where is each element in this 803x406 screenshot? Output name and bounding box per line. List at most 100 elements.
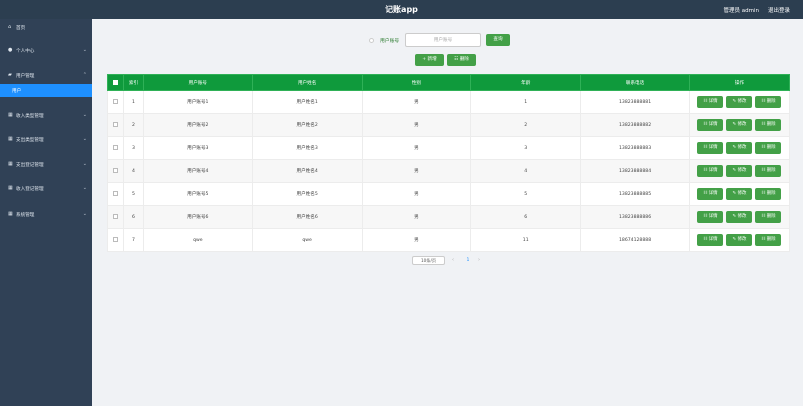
sidebar-item-profile[interactable]: ● 个人中心 ⌄ xyxy=(0,45,92,57)
sidebar-item-income-records[interactable]: ▦ 收入登记管理 ⌄ xyxy=(0,183,92,195)
chevron-down-icon: ⌄ xyxy=(82,47,87,53)
delete-button-label: 删除 xyxy=(766,191,776,196)
row-select-cell[interactable] xyxy=(107,136,124,160)
sidebar-item-label: 支出类型管理 xyxy=(16,138,44,143)
detail-button[interactable]: ☷ 详情 xyxy=(697,188,724,200)
delete-button[interactable]: ☷ 删除 xyxy=(755,188,782,200)
edit-button-label: 修改 xyxy=(737,237,747,242)
delete-button-label: 删除 xyxy=(766,214,776,219)
row-checkbox[interactable] xyxy=(112,237,118,242)
search-button[interactable]: 查询 xyxy=(486,34,510,46)
delete-button[interactable]: ☷ 删除 xyxy=(755,119,782,131)
delete-button-label: 删除 xyxy=(766,168,776,173)
table-header-row: 索引 用户账号 用户姓名 性别 年龄 联系电话 操作 xyxy=(107,74,791,91)
select-all-header[interactable] xyxy=(107,74,124,91)
logout-link[interactable]: 退出登录 xyxy=(768,6,790,14)
prev-page-icon[interactable]: ‹ xyxy=(452,257,454,263)
row-select-cell[interactable] xyxy=(107,113,124,137)
search-label: 用户账号 xyxy=(380,39,400,44)
cell-age: 6 xyxy=(470,205,582,229)
current-page-number[interactable]: 1 xyxy=(464,256,472,265)
page-size-select[interactable]: 10条/页 xyxy=(412,256,445,265)
cell-age: 1 xyxy=(470,90,582,114)
delete-button-label: 删除 xyxy=(766,145,776,150)
sidebar-item-home[interactable]: ⌂ 首页 xyxy=(0,22,92,34)
sidebar-item-system[interactable]: ▦ 系统管理 ⌄ xyxy=(0,209,92,221)
detail-button[interactable]: ☷ 详情 xyxy=(697,142,724,154)
edit-button[interactable]: ✎ 修改 xyxy=(726,165,753,177)
row-select-cell[interactable] xyxy=(107,182,124,206)
sidebar-subitem-label: 用户 xyxy=(12,89,22,94)
edit-button[interactable]: ✎ 修改 xyxy=(726,119,753,131)
detail-button-label: 详情 xyxy=(708,237,718,242)
user-table: 索引 用户账号 用户姓名 性别 年龄 联系电话 操作 1 用户账号1 用户姓名1 男 1… xyxy=(107,74,791,252)
detail-button[interactable]: ☷ 详情 xyxy=(697,165,724,177)
row-actions: ☷ 详情 ✎ 修改 ☷ 删除 xyxy=(688,205,791,229)
row-select-cell[interactable] xyxy=(107,205,124,229)
edit-button[interactable]: ✎ 修改 xyxy=(726,142,753,154)
delete-button-label: 删除 xyxy=(766,237,776,242)
cell-index: 2 xyxy=(122,113,144,137)
detail-button[interactable]: ☷ 详情 xyxy=(697,119,724,131)
edit-button[interactable]: ✎ 修改 xyxy=(726,211,753,223)
row-checkbox[interactable] xyxy=(112,168,118,173)
sidebar-item-expense-types[interactable]: ▦ 支出类型管理 ⌄ xyxy=(0,134,92,146)
delete-button[interactable]: ☷ 删除 xyxy=(755,96,782,108)
edit-button-label: 修改 xyxy=(737,214,747,219)
sidebar-item-expense-records[interactable]: ▦ 支出登记管理 ⌄ xyxy=(0,159,92,171)
next-page-icon[interactable]: › xyxy=(478,257,480,263)
app-title: 记账app xyxy=(385,5,418,14)
column-header: 用户账号 xyxy=(142,74,253,91)
delete-button[interactable]: ☷ 删除 xyxy=(755,142,782,154)
detail-button[interactable]: ☷ 详情 xyxy=(697,234,724,246)
detail-button[interactable]: ☷ 详情 xyxy=(697,211,724,223)
search-input[interactable] xyxy=(405,33,481,47)
row-select-cell[interactable] xyxy=(107,228,124,252)
cell-name: 用户姓名2 xyxy=(251,113,363,137)
edit-button[interactable]: ✎ 修改 xyxy=(726,234,753,246)
cell-phone: 13823888881 xyxy=(580,90,690,114)
cell-phone: 13823888883 xyxy=(580,136,690,160)
row-select-cell[interactable] xyxy=(107,159,124,183)
cell-gender: 男 xyxy=(361,159,472,183)
grid-icon: ▦ xyxy=(8,136,13,142)
cell-gender: 男 xyxy=(361,136,472,160)
delete-button[interactable]: ☷ 删除 xyxy=(755,165,782,177)
row-select-cell[interactable] xyxy=(107,90,124,114)
sidebar-item-label: 个人中心 xyxy=(16,49,35,54)
detail-button-label: 详情 xyxy=(708,99,718,104)
detail-button[interactable]: ☷ 详情 xyxy=(697,96,724,108)
cell-phone: 18674128888 xyxy=(580,228,690,252)
delete-button[interactable]: ☷ 删除 xyxy=(755,211,782,223)
chevron-down-icon: ⌄ xyxy=(82,112,87,118)
cell-name: 用户姓名4 xyxy=(251,159,363,183)
cell-account: 用户账号4 xyxy=(142,159,253,183)
edit-button-label: 修改 xyxy=(737,145,747,150)
delete-button[interactable]: ☷ 删除 xyxy=(755,234,782,246)
row-checkbox[interactable] xyxy=(112,145,118,150)
cell-index: 5 xyxy=(122,182,144,206)
sidebar-item-user-management[interactable]: ▰ 用户管理 ⌃ xyxy=(0,70,92,82)
row-checkbox[interactable] xyxy=(112,214,118,219)
select-all-checkbox[interactable] xyxy=(112,79,118,85)
row-actions: ☷ 详情 ✎ 修改 ☷ 删除 xyxy=(688,159,791,183)
search-radio[interactable] xyxy=(369,38,374,43)
cell-account: 用户账号2 xyxy=(142,113,253,137)
edit-button[interactable]: ✎ 修改 xyxy=(726,188,753,200)
batch-delete-button[interactable]: ☷ 删除 xyxy=(447,54,476,66)
row-checkbox[interactable] xyxy=(112,191,118,196)
detail-button-label: 详情 xyxy=(708,191,718,196)
row-checkbox[interactable] xyxy=(112,99,118,104)
cell-account: 用户账号1 xyxy=(142,90,253,114)
add-button[interactable]: + 新增 xyxy=(415,54,444,66)
cell-age: 2 xyxy=(470,113,582,137)
sidebar-item-income-types[interactable]: ▦ 收入类型管理 ⌄ xyxy=(0,110,92,122)
cell-gender: 男 xyxy=(361,205,472,229)
edit-button[interactable]: ✎ 修改 xyxy=(726,96,753,108)
cell-index: 4 xyxy=(122,159,144,183)
cell-phone: 13823888885 xyxy=(580,182,690,206)
row-checkbox[interactable] xyxy=(112,122,118,127)
cell-name: 用户姓名1 xyxy=(251,90,363,114)
sidebar-subitem-users[interactable]: 用户 xyxy=(0,84,92,97)
cell-index: 6 xyxy=(122,205,144,229)
